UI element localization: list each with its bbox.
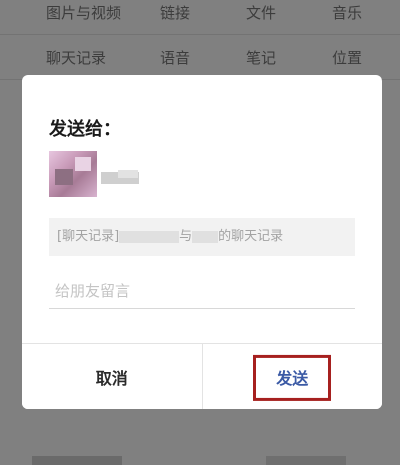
category-music[interactable]: 音乐	[318, 2, 376, 23]
send-highlight-box	[253, 354, 332, 401]
preview-prefix: [聊天记录]	[57, 229, 120, 244]
divider	[0, 34, 400, 35]
blurred-name	[119, 230, 180, 243]
category-images-videos[interactable]: 图片与视频	[0, 2, 146, 23]
category-row-2: 聊天记录 语音 笔记 位置	[0, 47, 400, 68]
preview-middle: 与	[179, 229, 193, 244]
dialog-title: 发送给：	[49, 119, 121, 140]
category-location[interactable]: 位置	[318, 47, 376, 68]
message-input[interactable]	[49, 273, 355, 309]
dialog-actions: 取消 发送	[22, 343, 382, 409]
send-button[interactable]: 发送	[202, 344, 382, 409]
chat-history-preview: [聊天记录] 与 的聊天记录	[49, 218, 355, 256]
cancel-button[interactable]: 取消	[22, 344, 203, 409]
category-chat-history[interactable]: 聊天记录	[0, 47, 146, 68]
preview-suffix: 的聊天记录	[218, 229, 284, 244]
background-list-item	[266, 456, 346, 465]
category-files[interactable]: 文件	[204, 2, 318, 23]
background-list-item	[32, 456, 122, 465]
recipient-name-blurred	[118, 170, 138, 178]
category-notes[interactable]: 笔记	[204, 47, 318, 68]
send-to-dialog: 发送给： [聊天记录] 与 的聊天记录 取消 发送	[22, 75, 382, 409]
blurred-name	[192, 230, 219, 243]
category-links[interactable]: 链接	[146, 2, 204, 23]
recipient-avatar	[49, 151, 97, 197]
category-voice[interactable]: 语音	[146, 47, 204, 68]
category-row-1: 图片与视频 链接 文件 音乐	[0, 2, 400, 23]
